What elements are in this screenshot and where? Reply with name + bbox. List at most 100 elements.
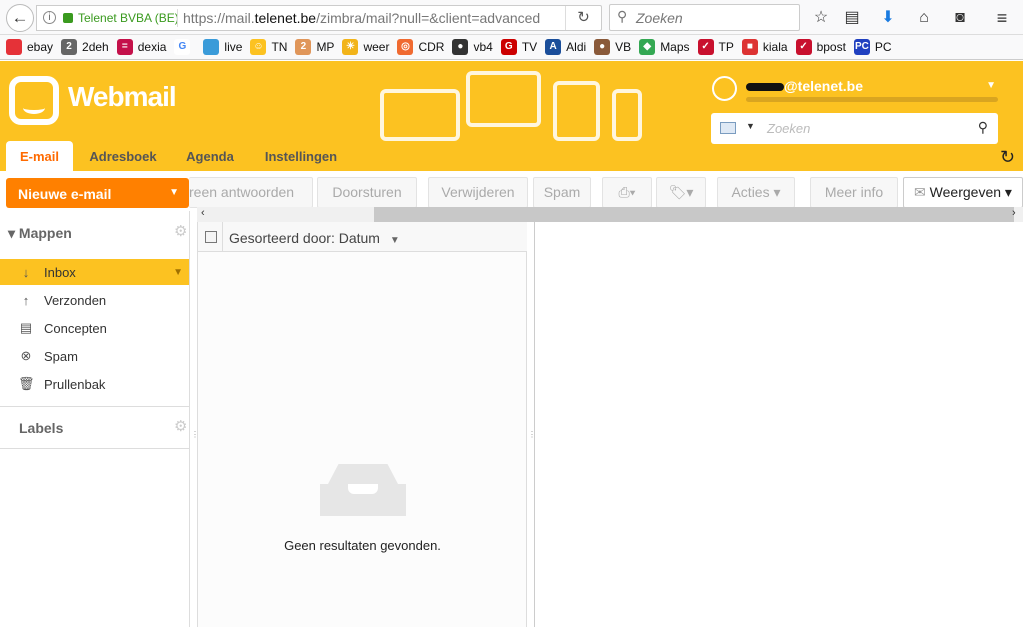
bookmark-item[interactable]: live xyxy=(203,39,242,55)
reload-icon[interactable]: ↻ xyxy=(565,6,601,30)
bookmark-item[interactable]: PC PC xyxy=(853,39,892,55)
chevron-down-icon[interactable]: ▼ xyxy=(986,80,996,91)
folder-label: Spam xyxy=(44,348,78,364)
bookmark-favicon-icon: ◆ xyxy=(639,39,656,55)
gear-icon[interactable]: ⚙ xyxy=(174,417,187,435)
info-icon[interactable]: i xyxy=(43,11,56,24)
bookmark-item[interactable]: ebay xyxy=(6,39,53,55)
reading-list-icon[interactable]: ▤ xyxy=(840,6,864,30)
more-info-button[interactable]: Meer info xyxy=(810,177,898,208)
bookmark-item[interactable]: ☀ weer xyxy=(342,39,389,55)
chevron-down-icon[interactable]: ▼ xyxy=(746,121,755,131)
folder-verzonden[interactable]: ↑ Verzonden xyxy=(0,287,189,313)
new-email-button[interactable]: Nieuwe e-mail ▼ xyxy=(6,178,189,208)
bookmark-favicon-icon: ● xyxy=(594,39,611,55)
mail-search-input[interactable]: ▼ Zoeken ⚲ xyxy=(711,113,998,144)
print-dropdown-button[interactable]: ⎙▾ xyxy=(602,177,652,208)
bookmark-label: CDR xyxy=(418,40,445,54)
bookmark-label: weer xyxy=(363,40,390,54)
tab-agenda[interactable]: Agenda xyxy=(178,141,242,171)
bookmark-favicon-icon: 2 xyxy=(295,39,312,55)
app-header: Webmail @telenet.be ▼ ▼ Zoeken ⚲ E-mail … xyxy=(0,61,1023,171)
folder-icon: ⊗ xyxy=(20,348,32,363)
bookmark-label: MP xyxy=(316,40,335,54)
folder-concepten[interactable]: ▤ Concepten xyxy=(0,315,189,341)
bookmark-label: live xyxy=(224,40,243,54)
sort-dropdown[interactable]: Gesorteerd door: Datum ▼ xyxy=(229,230,400,246)
empty-message: Geen resultaten gevonden. xyxy=(284,538,441,553)
pocket-icon[interactable]: ◙ xyxy=(948,6,972,30)
bookmark-favicon-icon: = xyxy=(116,39,133,55)
reply-all-button[interactable]: reen antwoorden xyxy=(189,177,313,208)
bookmark-item[interactable]: ● vb4 xyxy=(452,39,493,55)
labels-header[interactable]: Labels xyxy=(19,420,63,436)
bookmark-item[interactable]: ✓ bpost xyxy=(795,39,846,55)
bookmark-label: TV xyxy=(521,40,538,54)
bookmark-favicon-icon xyxy=(6,39,22,55)
bookmark-label: dexia xyxy=(137,40,167,54)
spam-button[interactable]: Spam xyxy=(533,177,591,208)
bookmark-item[interactable]: 2 2deh xyxy=(61,39,109,55)
url-bar[interactable]: i Telenet BVBA (BE) https://mail.telenet… xyxy=(36,5,602,31)
bookmark-item[interactable]: 2 MP xyxy=(295,39,334,55)
tab-adresboek[interactable]: Adresboek xyxy=(84,141,162,171)
site-identity[interactable]: Telenet BVBA (BE) xyxy=(78,11,179,25)
chevron-down-icon[interactable]: ▼ xyxy=(173,267,183,278)
bookmark-item[interactable]: ◎ CDR xyxy=(397,39,444,55)
folder-inbox[interactable]: ↓ Inbox ▼ xyxy=(0,259,189,285)
view-button[interactable]: ✉ Weergeven ▾ xyxy=(903,177,1023,208)
bookmark-label: PC xyxy=(874,40,892,54)
bookmark-label: bpost xyxy=(816,40,846,54)
bookmark-item[interactable]: ■ kiala xyxy=(741,39,788,55)
bookmark-item[interactable]: = dexia xyxy=(116,39,167,55)
actions-button[interactable]: Acties ▾ xyxy=(717,177,795,208)
bookmark-star-icon[interactable]: ☆ xyxy=(809,6,833,30)
bookmark-item[interactable]: ☺ TN xyxy=(250,39,287,55)
list-header: Gesorteerd door: Datum ▼ xyxy=(198,222,527,252)
menu-icon[interactable]: ≡ xyxy=(990,6,1014,30)
bookmark-item[interactable]: ● VB xyxy=(594,39,631,55)
home-icon[interactable]: ⌂ xyxy=(912,6,936,30)
envelope-icon: ✉ xyxy=(914,184,926,200)
delete-button[interactable]: Verwijderen xyxy=(428,177,528,208)
search-icon[interactable]: ⚲ xyxy=(978,119,988,136)
chevron-down-icon[interactable]: ▼ xyxy=(169,187,179,198)
folder-prullenbak[interactable]: 🗑 Prullenbak xyxy=(0,371,189,397)
browser-toolbar: ← i Telenet BVBA (BE) https://mail.telen… xyxy=(0,0,1023,35)
monitor-illustration xyxy=(466,71,541,127)
bookmark-label: ebay xyxy=(27,40,54,54)
url-text[interactable]: https://mail.telenet.be/zimbra/mail?null… xyxy=(183,10,543,26)
bookmark-label: VB xyxy=(615,40,632,54)
folders-header[interactable]: ▾ Mappen xyxy=(8,225,72,242)
bookmark-favicon-icon: ◎ xyxy=(397,39,414,55)
bookmark-item[interactable]: ◆ Maps xyxy=(639,39,690,55)
browser-search-input[interactable]: ⚲ Zoeken xyxy=(609,4,800,31)
back-button[interactable]: ← xyxy=(6,4,34,32)
bookmark-item[interactable]: ✓ TP xyxy=(697,39,734,55)
scrollbar-thumb[interactable] xyxy=(374,207,1014,222)
download-icon[interactable]: ⬇ xyxy=(876,6,900,30)
folder-icon: ↑ xyxy=(22,292,30,308)
scroll-right-icon[interactable]: › xyxy=(1012,207,1016,219)
scroll-left-icon[interactable]: ‹ xyxy=(201,207,205,219)
folder-label: Concepten xyxy=(44,320,107,336)
resize-handle[interactable]: ⋮ xyxy=(191,430,199,439)
reading-pane xyxy=(534,222,1023,627)
bookmark-label: Maps xyxy=(660,40,690,54)
tag-dropdown-button[interactable]: 🏷▾ xyxy=(656,177,706,208)
forward-button[interactable]: Doorsturen xyxy=(317,177,417,208)
gear-icon[interactable]: ⚙ xyxy=(174,222,187,240)
select-all-checkbox[interactable] xyxy=(205,231,217,243)
tab-email[interactable]: E-mail xyxy=(6,141,73,171)
bookmark-item[interactable]: A Aldi xyxy=(545,39,586,55)
bookmark-favicon-icon: ✓ xyxy=(697,39,714,55)
folder-spam[interactable]: ⊗ Spam xyxy=(0,343,189,369)
folder-icon: ▤ xyxy=(19,320,33,335)
tab-instellingen[interactable]: Instellingen xyxy=(258,141,344,171)
bookmark-item[interactable]: G TV xyxy=(500,39,538,55)
bookmark-item[interactable]: G xyxy=(174,39,195,55)
refresh-icon[interactable]: ↻ xyxy=(1000,147,1015,168)
bookmark-label: 2deh xyxy=(82,40,109,54)
horizontal-scrollbar[interactable]: ‹ › xyxy=(197,207,1023,222)
bookmark-favicon-icon: ☀ xyxy=(342,39,359,55)
